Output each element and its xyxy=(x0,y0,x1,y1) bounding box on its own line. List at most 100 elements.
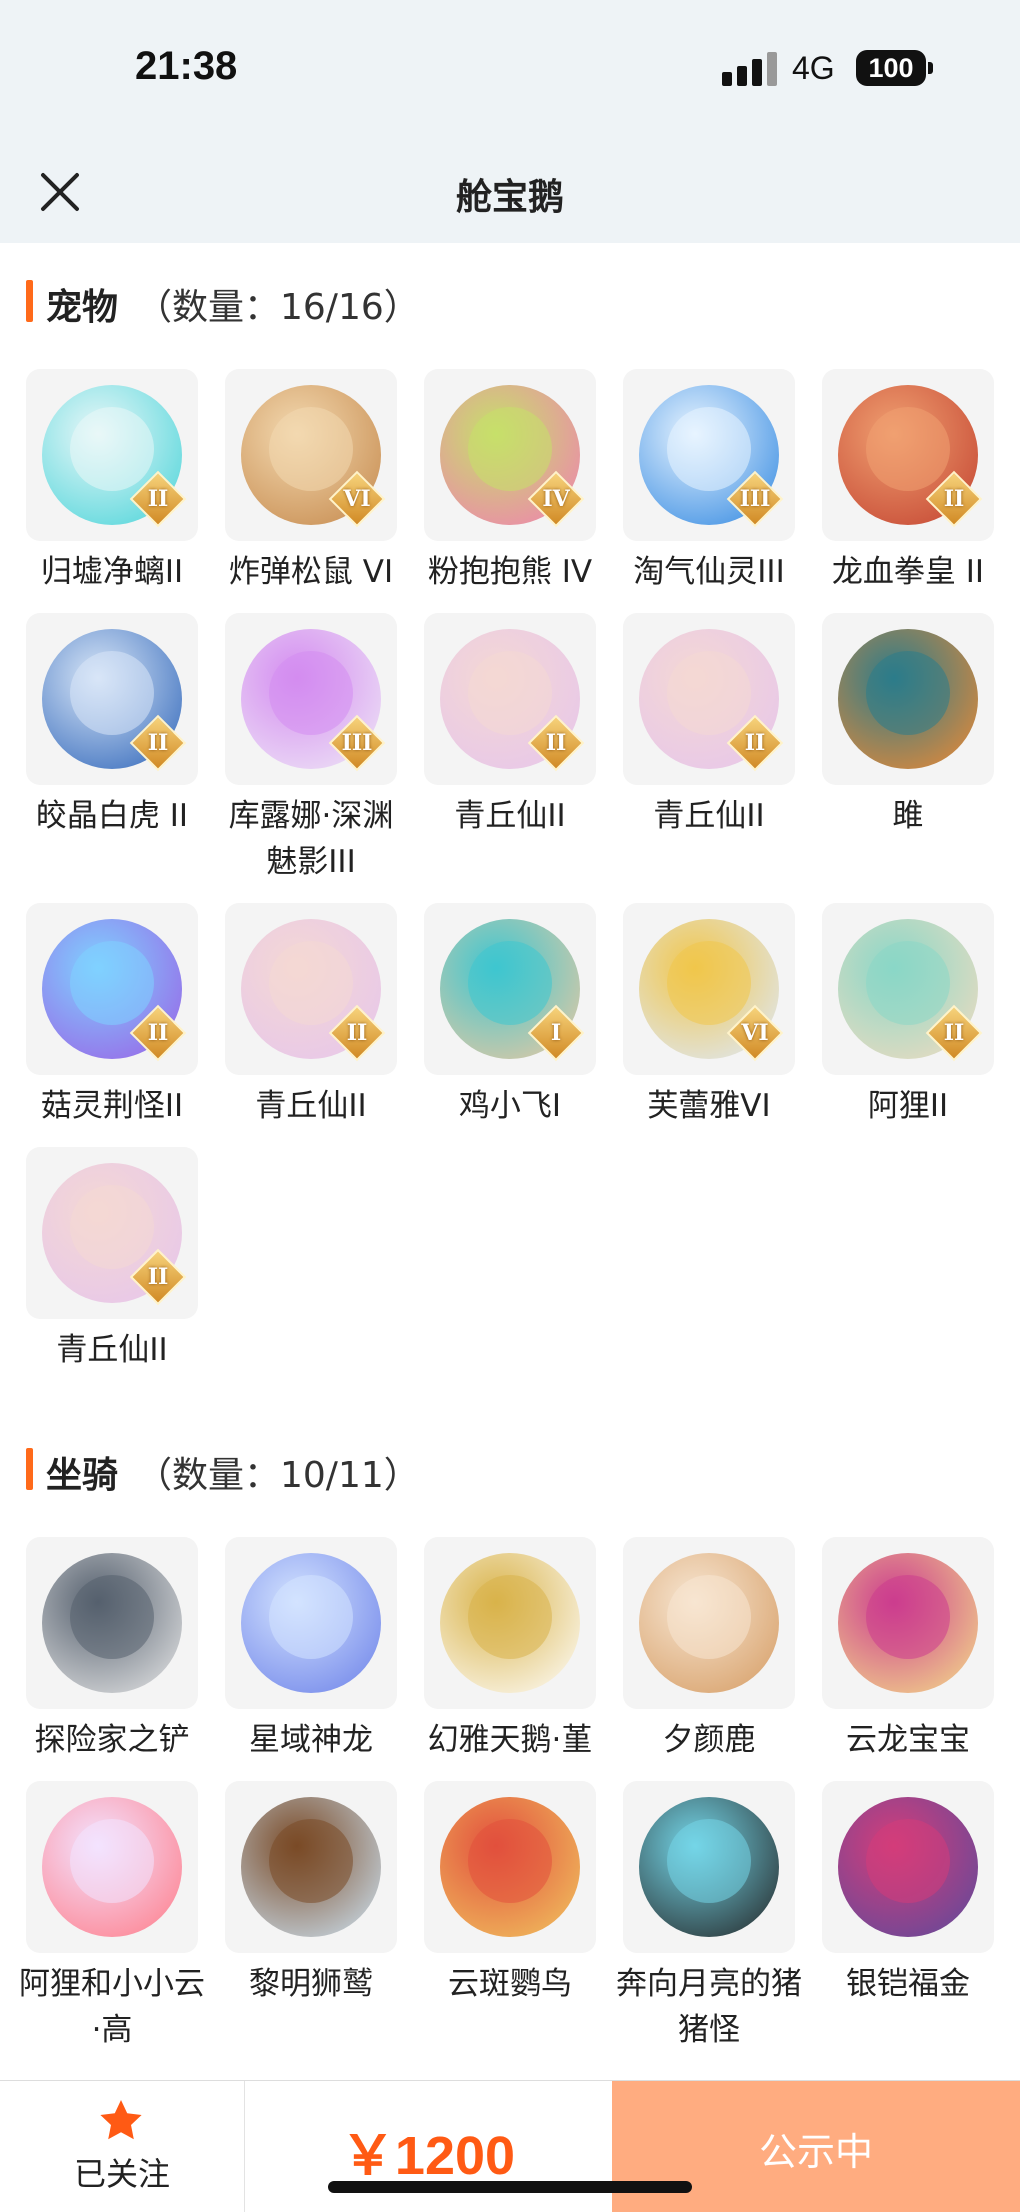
level-numeral: IV xyxy=(542,486,570,512)
pet-item[interactable]: IV 粉抱抱熊 IV xyxy=(424,369,596,595)
section-accent-bar xyxy=(26,280,33,322)
portrait-highlight xyxy=(667,1819,751,1903)
price: ￥1200 xyxy=(340,2126,516,2186)
level-badge: II xyxy=(129,1248,187,1306)
pet-name: 鸡小飞I xyxy=(458,1088,562,1124)
level-badge: VI xyxy=(328,470,386,528)
pet-thumbnail: I xyxy=(424,903,596,1075)
mount-name: 银铠福金 xyxy=(846,1966,970,2002)
pet-item[interactable]: VI 芙蕾雅VI xyxy=(623,903,795,1129)
level-numeral: II xyxy=(147,1264,169,1290)
pet-name: 淘气仙灵III xyxy=(633,554,785,590)
battery-tip xyxy=(928,62,933,74)
pet-name: 雎 xyxy=(892,798,924,834)
pet-item[interactable]: VI 炸弹松鼠 VI xyxy=(225,369,397,595)
mount-name: 黎明狮鹫 xyxy=(249,1966,373,2002)
level-badge: II xyxy=(328,1004,386,1062)
pet-thumbnail: II xyxy=(26,369,198,541)
pet-item[interactable]: III 库露娜·深渊魅影III xyxy=(225,613,397,885)
pet-item[interactable]: II 青丘仙II xyxy=(424,613,596,839)
portrait-highlight xyxy=(70,1575,154,1659)
level-badge: VI xyxy=(726,1004,784,1062)
pet-name: 青丘仙II xyxy=(56,1332,168,1368)
pet-item[interactable]: II 皎晶白虎 II xyxy=(26,613,198,839)
level-numeral: III xyxy=(341,730,373,756)
page-title: 舱宝鹅 xyxy=(455,177,564,218)
pet-name: 青丘仙II xyxy=(454,798,566,834)
pet-item[interactable]: II 青丘仙II xyxy=(623,613,795,839)
mount-item[interactable]: 阿狸和小小云·高 xyxy=(19,1781,205,2053)
pet-thumbnail: II xyxy=(26,613,198,785)
mount-name: 云龙宝宝 xyxy=(846,1722,970,1758)
level-badge: II xyxy=(129,470,187,528)
pet-thumbnail: II xyxy=(26,1147,198,1319)
mount-item[interactable]: 银铠福金 xyxy=(822,1781,994,2007)
section-title: 宠物 xyxy=(46,287,119,328)
pet-thumbnail: III xyxy=(225,613,397,785)
mount-name: 探险家之铲 xyxy=(34,1722,190,1758)
level-badge: II xyxy=(925,470,983,528)
home-indicator xyxy=(328,2181,692,2193)
pet-item[interactable]: III 淘气仙灵III xyxy=(623,369,795,595)
level-badge: III xyxy=(726,470,784,528)
mounts-grid: 探险家之铲 星域神龙 幻雅天鹅·堇 夕颜鹿 云龙宝宝阿狸和小小云·高 黎明狮鹫 云斑鹦鸟 奔向… xyxy=(19,1537,998,2071)
portrait-highlight xyxy=(269,1819,353,1903)
pet-name: 归墟净螭II xyxy=(40,554,184,590)
pet-item[interactable]: I 鸡小飞I xyxy=(424,903,596,1129)
pet-thumbnail: III xyxy=(623,369,795,541)
pet-thumbnail: II xyxy=(424,613,596,785)
pet-item[interactable]: II 青丘仙II xyxy=(26,1147,198,1373)
level-badge: II xyxy=(726,714,784,772)
pet-thumbnail: II xyxy=(822,369,994,541)
mount-item[interactable]: 探险家之铲 xyxy=(26,1537,198,1763)
level-badge: II xyxy=(925,1004,983,1062)
mount-name: 阿狸和小小云·高 xyxy=(19,1966,205,2048)
pet-item[interactable]: 雎 xyxy=(822,613,994,839)
follow-button[interactable]: 已关注 xyxy=(0,2081,244,2212)
level-badge: IV xyxy=(527,470,585,528)
mount-item[interactable]: 幻雅天鹅·堇 xyxy=(424,1537,596,1763)
mount-item[interactable]: 黎明狮鹫 xyxy=(225,1781,397,2007)
star-icon xyxy=(100,2100,142,2140)
level-numeral: I xyxy=(550,1020,562,1046)
level-numeral: II xyxy=(943,486,965,512)
mount-item[interactable]: 星域神龙 xyxy=(225,1537,397,1763)
pet-thumbnail: VI xyxy=(225,369,397,541)
pet-item[interactable]: II 青丘仙II xyxy=(225,903,397,1129)
mount-thumbnail xyxy=(623,1781,795,1953)
mount-item[interactable]: 夕颜鹿 xyxy=(623,1537,795,1763)
pet-item[interactable]: II 阿狸II xyxy=(822,903,994,1129)
mount-thumbnail xyxy=(822,1781,994,1953)
level-numeral: VI xyxy=(741,1020,769,1046)
level-numeral: II xyxy=(147,730,169,756)
pet-name: 粉抱抱熊 IV xyxy=(427,554,593,590)
section-count: （数量：10/11） xyxy=(136,1455,420,1496)
mount-item[interactable]: 云龙宝宝 xyxy=(822,1537,994,1763)
pets-grid: II 归墟净螭II VI 炸弹松鼠 VI IV 粉抱抱熊 IV III 淘气仙灵III II 龙血… xyxy=(26,369,998,1391)
mount-item[interactable]: 云斑鹦鸟 xyxy=(424,1781,596,2007)
pet-name: 青丘仙II xyxy=(653,798,765,834)
pet-thumbnail: II xyxy=(623,613,795,785)
level-badge: I xyxy=(527,1004,585,1062)
pet-thumbnail xyxy=(822,613,994,785)
mount-name: 云斑鹦鸟 xyxy=(448,1966,572,2002)
level-numeral: III xyxy=(739,486,771,512)
portrait-highlight xyxy=(70,1819,154,1903)
pet-thumbnail: IV xyxy=(424,369,596,541)
pet-name: 龙血拳皇 II xyxy=(831,554,985,590)
mount-thumbnail xyxy=(225,1781,397,1953)
portrait-highlight xyxy=(866,651,950,735)
level-badge: III xyxy=(328,714,386,772)
pet-item[interactable]: II 菇灵荆怪II xyxy=(26,903,198,1129)
follow-label: 已关注 xyxy=(73,2155,170,2193)
pet-name: 皎晶白虎 II xyxy=(35,798,189,834)
section-title: 坐骑 xyxy=(46,1455,119,1496)
mount-thumbnail xyxy=(424,1781,596,1953)
battery-icon: 100 xyxy=(856,50,926,86)
pet-item[interactable]: II 龙血拳皇 II xyxy=(822,369,994,595)
pet-name: 青丘仙II xyxy=(255,1088,367,1124)
status-bar: 21:38 4G 100 xyxy=(0,0,1020,140)
mount-item[interactable]: 奔向月亮的猪猪怪 xyxy=(616,1781,802,2053)
portrait-highlight xyxy=(468,1575,552,1659)
pet-item[interactable]: II 归墟净螭II xyxy=(26,369,198,595)
